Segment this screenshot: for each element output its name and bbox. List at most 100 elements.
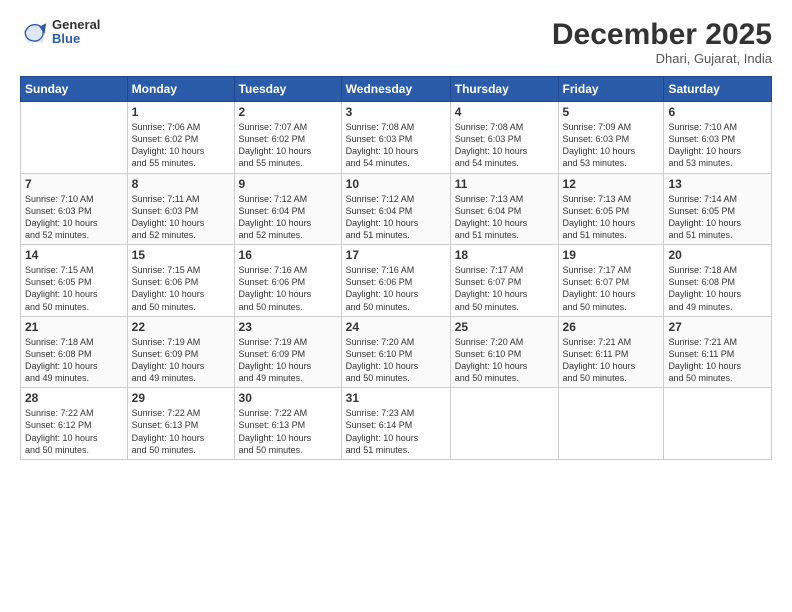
day-number: 13 [668, 177, 767, 191]
calendar-cell [450, 388, 558, 460]
day-info: Sunrise: 7:10 AM Sunset: 6:03 PM Dayligh… [668, 121, 767, 170]
day-number: 14 [25, 248, 123, 262]
week-row-4: 21 Sunrise: 7:18 AM Sunset: 6:08 PM Dayli… [21, 316, 772, 388]
week-row-1: 1Sunrise: 7:06 AM Sunset: 6:02 PM Daylig… [21, 102, 772, 174]
calendar-cell [558, 388, 664, 460]
day-number: 19 [563, 248, 660, 262]
day-info: Sunrise: 7:16 AM Sunset: 6:06 PM Dayligh… [239, 264, 337, 313]
calendar-cell: 3 Sunrise: 7:08 AM Sunset: 6:03 PM Daylig… [341, 102, 450, 174]
calendar-cell: 11Sunrise: 7:13 AM Sunset: 6:04 PM Dayli… [450, 173, 558, 245]
day-number: 22 [132, 320, 230, 334]
day-info: Sunrise: 7:23 AM Sunset: 6:14 PM Dayligh… [346, 407, 446, 456]
day-info: Sunrise: 7:18 AM Sunset: 6:08 PM Dayligh… [668, 264, 767, 313]
day-number: 9 [239, 177, 337, 191]
calendar-cell: 16 Sunrise: 7:16 AM Sunset: 6:06 PM Dayli… [234, 245, 341, 317]
calendar-cell: 18 Sunrise: 7:17 AM Sunset: 6:07 PM Dayli… [450, 245, 558, 317]
calendar-cell: 17 Sunrise: 7:16 AM Sunset: 6:06 PM Dayli… [341, 245, 450, 317]
header: General Blue December 2025 Dhari, Gujara… [20, 18, 772, 66]
day-info: Sunrise: 7:11 AM Sunset: 6:03 PM Dayligh… [132, 193, 230, 242]
day-number: 26 [563, 320, 660, 334]
day-number: 7 [25, 177, 123, 191]
calendar-cell: 25 Sunrise: 7:20 AM Sunset: 6:10 PM Dayli… [450, 316, 558, 388]
logo-general-text: General [52, 18, 100, 32]
day-number: 17 [346, 248, 446, 262]
day-info: Sunrise: 7:21 AM Sunset: 6:11 PM Dayligh… [563, 336, 660, 385]
day-number: 21 [25, 320, 123, 334]
calendar-cell: 20 Sunrise: 7:18 AM Sunset: 6:08 PM Dayli… [664, 245, 772, 317]
calendar-cell: 2 Sunrise: 7:07 AM Sunset: 6:02 PM Daylig… [234, 102, 341, 174]
calendar-cell: 19 Sunrise: 7:17 AM Sunset: 6:07 PM Dayli… [558, 245, 664, 317]
calendar-cell: 12Sunrise: 7:13 AM Sunset: 6:05 PM Dayli… [558, 173, 664, 245]
day-info: Sunrise: 7:15 AM Sunset: 6:06 PM Dayligh… [132, 264, 230, 313]
day-info: Sunrise: 7:08 AM Sunset: 6:03 PM Dayligh… [455, 121, 554, 170]
day-info: Sunrise: 7:17 AM Sunset: 6:07 PM Dayligh… [455, 264, 554, 313]
day-number: 15 [132, 248, 230, 262]
day-number: 4 [455, 105, 554, 119]
day-info: Sunrise: 7:10 AM Sunset: 6:03 PM Dayligh… [25, 193, 123, 242]
col-header-friday: Friday [558, 77, 664, 102]
calendar-cell: 9 Sunrise: 7:12 AM Sunset: 6:04 PM Daylig… [234, 173, 341, 245]
calendar-cell: 28 Sunrise: 7:22 AM Sunset: 6:12 PM Dayli… [21, 388, 128, 460]
col-header-wednesday: Wednesday [341, 77, 450, 102]
col-header-sunday: Sunday [21, 77, 128, 102]
calendar-cell: 26 Sunrise: 7:21 AM Sunset: 6:11 PM Dayli… [558, 316, 664, 388]
day-info: Sunrise: 7:19 AM Sunset: 6:09 PM Dayligh… [239, 336, 337, 385]
day-number: 2 [239, 105, 337, 119]
day-number: 30 [239, 391, 337, 405]
day-info: Sunrise: 7:15 AM Sunset: 6:05 PM Dayligh… [25, 264, 123, 313]
page: General Blue December 2025 Dhari, Gujara… [0, 0, 792, 612]
day-number: 18 [455, 248, 554, 262]
logo-text: General Blue [52, 18, 100, 47]
day-number: 16 [239, 248, 337, 262]
day-number: 10 [346, 177, 446, 191]
day-info: Sunrise: 7:21 AM Sunset: 6:11 PM Dayligh… [668, 336, 767, 385]
day-info: Sunrise: 7:09 AM Sunset: 6:03 PM Dayligh… [563, 121, 660, 170]
day-info: Sunrise: 7:19 AM Sunset: 6:09 PM Dayligh… [132, 336, 230, 385]
location: Dhari, Gujarat, India [552, 51, 772, 66]
day-number: 5 [563, 105, 660, 119]
day-info: Sunrise: 7:22 AM Sunset: 6:13 PM Dayligh… [239, 407, 337, 456]
day-number: 31 [346, 391, 446, 405]
calendar-cell: 10 Sunrise: 7:12 AM Sunset: 6:04 PM Dayli… [341, 173, 450, 245]
day-number: 24 [346, 320, 446, 334]
day-info: Sunrise: 7:12 AM Sunset: 6:04 PM Dayligh… [239, 193, 337, 242]
week-row-5: 28 Sunrise: 7:22 AM Sunset: 6:12 PM Dayli… [21, 388, 772, 460]
calendar-cell: 4 Sunrise: 7:08 AM Sunset: 6:03 PM Daylig… [450, 102, 558, 174]
week-row-3: 14 Sunrise: 7:15 AM Sunset: 6:05 PM Dayli… [21, 245, 772, 317]
calendar-cell: 27 Sunrise: 7:21 AM Sunset: 6:11 PM Dayli… [664, 316, 772, 388]
calendar-cell: 30 Sunrise: 7:22 AM Sunset: 6:13 PM Dayli… [234, 388, 341, 460]
day-number: 3 [346, 105, 446, 119]
day-info: Sunrise: 7:07 AM Sunset: 6:02 PM Dayligh… [239, 121, 337, 170]
day-info: Sunrise: 7:08 AM Sunset: 6:03 PM Dayligh… [346, 121, 446, 170]
calendar-cell: 13 Sunrise: 7:14 AM Sunset: 6:05 PM Dayli… [664, 173, 772, 245]
day-info: Sunrise: 7:22 AM Sunset: 6:13 PM Dayligh… [132, 407, 230, 456]
day-info: Sunrise: 7:14 AM Sunset: 6:05 PM Dayligh… [668, 193, 767, 242]
logo: General Blue [20, 18, 100, 47]
calendar-cell: 7 Sunrise: 7:10 AM Sunset: 6:03 PM Daylig… [21, 173, 128, 245]
day-info: Sunrise: 7:20 AM Sunset: 6:10 PM Dayligh… [455, 336, 554, 385]
day-number: 8 [132, 177, 230, 191]
calendar-cell [21, 102, 128, 174]
day-info: Sunrise: 7:18 AM Sunset: 6:08 PM Dayligh… [25, 336, 123, 385]
calendar-cell: 22 Sunrise: 7:19 AM Sunset: 6:09 PM Dayli… [127, 316, 234, 388]
logo-icon [20, 18, 48, 46]
col-header-saturday: Saturday [664, 77, 772, 102]
title-block: December 2025 Dhari, Gujarat, India [552, 18, 772, 66]
day-info: Sunrise: 7:17 AM Sunset: 6:07 PM Dayligh… [563, 264, 660, 313]
day-info: Sunrise: 7:22 AM Sunset: 6:12 PM Dayligh… [25, 407, 123, 456]
day-number: 12 [563, 177, 660, 191]
calendar-cell: 29Sunrise: 7:22 AM Sunset: 6:13 PM Dayli… [127, 388, 234, 460]
calendar-cell: 5 Sunrise: 7:09 AM Sunset: 6:03 PM Daylig… [558, 102, 664, 174]
day-number: 20 [668, 248, 767, 262]
calendar-cell: 24Sunrise: 7:20 AM Sunset: 6:10 PM Dayli… [341, 316, 450, 388]
calendar-header-row: SundayMondayTuesdayWednesdayThursdayFrid… [21, 77, 772, 102]
logo-blue-text: Blue [52, 32, 100, 46]
day-number: 28 [25, 391, 123, 405]
day-number: 25 [455, 320, 554, 334]
day-number: 27 [668, 320, 767, 334]
month-title: December 2025 [552, 18, 772, 51]
day-number: 6 [668, 105, 767, 119]
day-info: Sunrise: 7:12 AM Sunset: 6:04 PM Dayligh… [346, 193, 446, 242]
col-header-thursday: Thursday [450, 77, 558, 102]
day-info: Sunrise: 7:16 AM Sunset: 6:06 PM Dayligh… [346, 264, 446, 313]
